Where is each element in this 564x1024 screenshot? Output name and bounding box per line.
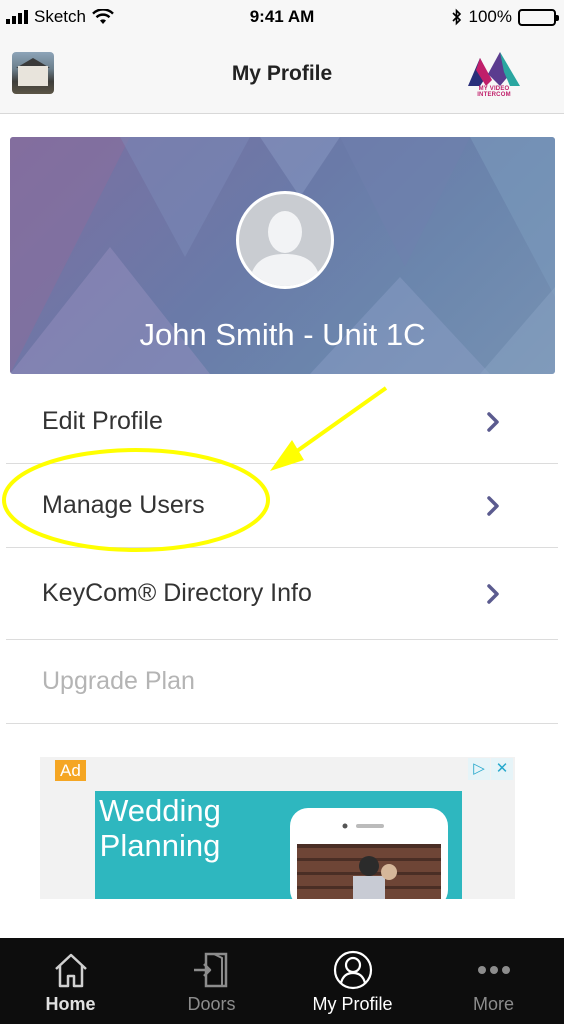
ad-phone-screen xyxy=(297,844,441,899)
chevron-right-icon xyxy=(487,583,499,604)
profile-menu: Edit Profile Manage Users KeyCom® Direct… xyxy=(6,380,558,724)
tab-more[interactable]: More xyxy=(423,938,564,1024)
tab-my-profile[interactable]: My Profile xyxy=(282,938,423,1024)
home-icon xyxy=(54,953,87,988)
ad-choices-icon[interactable]: ▷ xyxy=(468,758,490,780)
menu-item-label: Upgrade Plan xyxy=(42,667,195,695)
menu-item-directory-info[interactable]: KeyCom® Directory Info xyxy=(6,548,558,640)
chevron-right-icon xyxy=(487,495,499,516)
brand-logo-icon xyxy=(468,52,520,86)
more-dots-icon xyxy=(477,966,510,974)
ad-close-icon[interactable]: ✕ xyxy=(491,758,513,780)
profile-avatar[interactable] xyxy=(236,191,334,289)
advertisement[interactable]: Ad ▷ ✕ Wedding Planning xyxy=(40,757,515,899)
battery-icon xyxy=(518,8,559,26)
tab-label: Doors xyxy=(187,994,236,1014)
bluetooth-icon xyxy=(451,8,461,26)
user-circle-icon xyxy=(333,950,372,990)
menu-item-manage-users[interactable]: Manage Users xyxy=(6,464,558,548)
tab-doors[interactable]: Doors xyxy=(141,938,282,1024)
door-enter-icon xyxy=(193,952,227,988)
status-right: 100% xyxy=(451,7,559,27)
menu-item-label: Edit Profile xyxy=(42,407,163,435)
ad-badge: Ad xyxy=(55,760,86,781)
tab-label: My Profile xyxy=(312,994,393,1014)
brand-text: MY VIDEO INTERCOM xyxy=(477,86,511,98)
tab-label: Home xyxy=(45,994,96,1014)
menu-item-edit-profile[interactable]: Edit Profile xyxy=(6,380,558,464)
ad-headline: Wedding Planning xyxy=(99,793,221,863)
chevron-right-icon xyxy=(487,411,499,432)
tab-home[interactable]: Home xyxy=(0,938,141,1024)
navigation-bar: My Profile MY VIDEO INTERCOM xyxy=(0,34,564,114)
person-silhouette-icon xyxy=(249,211,321,286)
menu-item-upgrade-plan[interactable]: Upgrade Plan xyxy=(6,640,558,724)
menu-item-label: KeyCom® Directory Info xyxy=(42,579,312,607)
ad-controls: ▷ ✕ xyxy=(468,758,513,780)
tab-bar: Home Doors My Profile More xyxy=(0,938,564,1024)
ad-phone-speaker xyxy=(342,823,384,829)
ad-photo-couple xyxy=(297,844,441,899)
brand-logo: MY VIDEO INTERCOM xyxy=(462,50,526,98)
profile-name: John Smith - Unit 1C xyxy=(139,317,426,352)
tab-label: More xyxy=(472,994,514,1014)
battery-percent: 100% xyxy=(468,7,512,26)
profile-banner: John Smith - Unit 1C xyxy=(10,137,555,374)
menu-item-label: Manage Users xyxy=(42,491,205,519)
status-bar: Sketch 9:41 AM 100% xyxy=(0,0,564,34)
